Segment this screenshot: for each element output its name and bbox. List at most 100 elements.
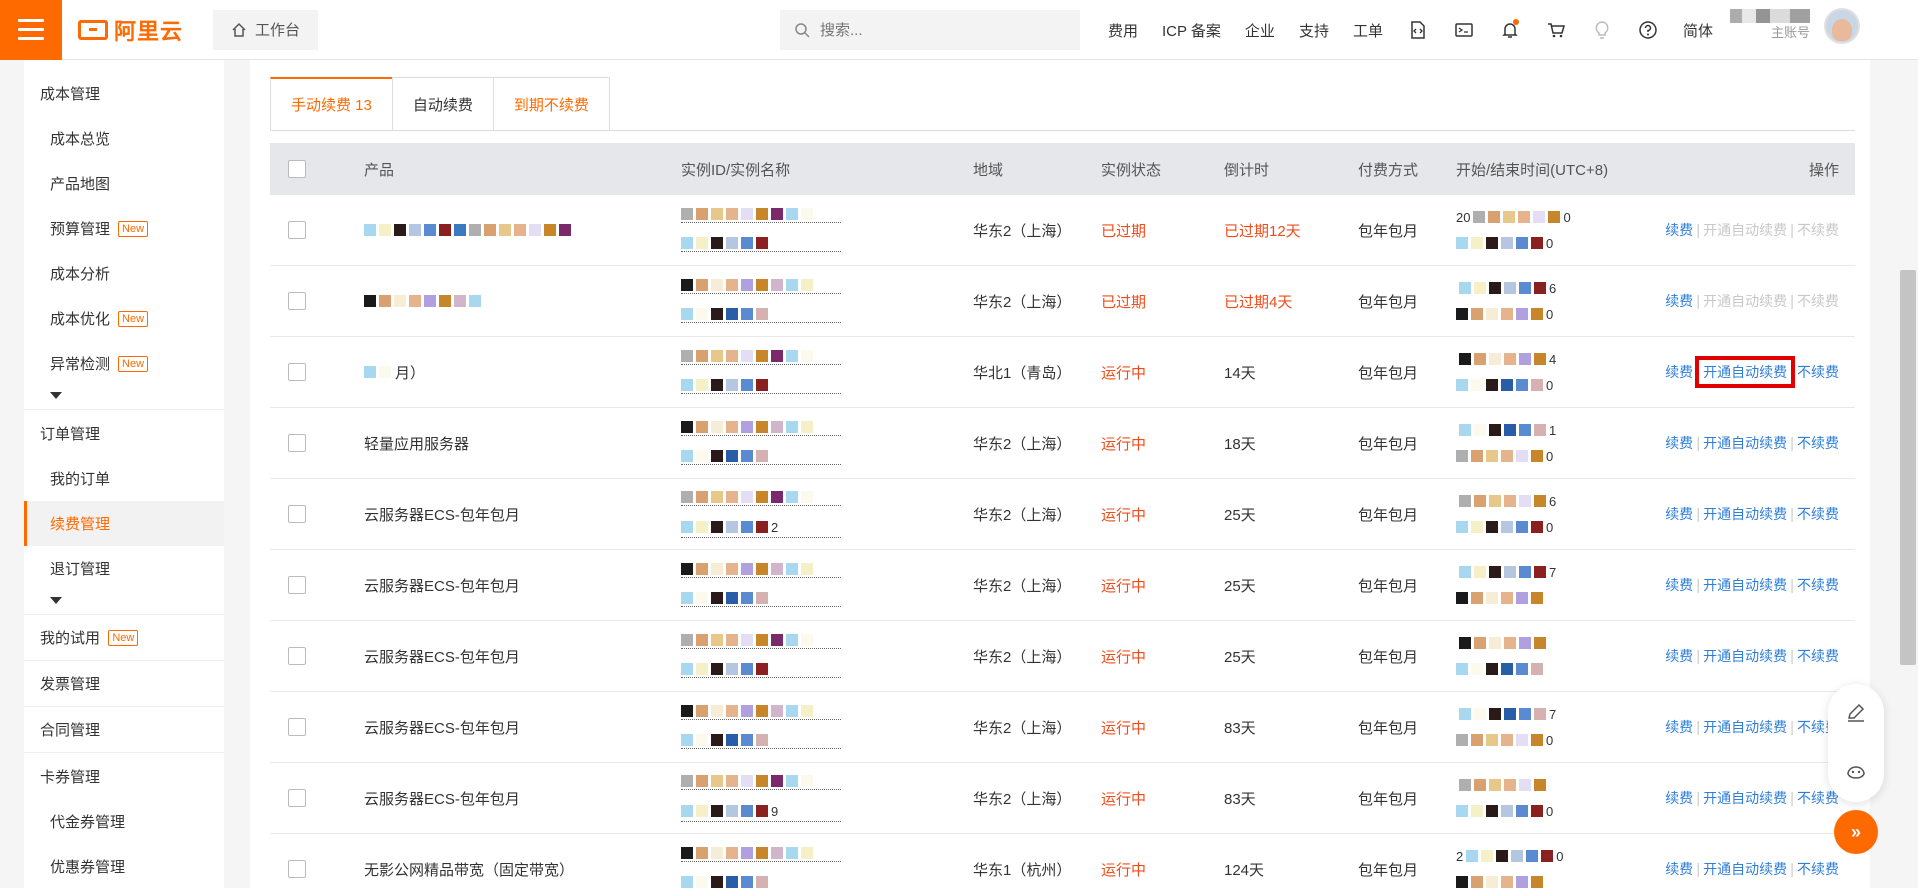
user-menu[interactable]: 主账号 (1730, 8, 1860, 44)
instance-id-link[interactable] (681, 592, 841, 607)
aliyun-logo[interactable]: 阿里云 (78, 14, 183, 46)
instance-id-link[interactable] (681, 279, 841, 294)
instance-id-link[interactable] (681, 208, 841, 223)
terminal-icon[interactable] (1453, 19, 1475, 41)
renew-link[interactable]: 续费 (1665, 435, 1693, 451)
renew-link[interactable]: 续费 (1665, 861, 1693, 877)
enable-auto-renew-link[interactable]: 开通自动续费 (1703, 861, 1787, 877)
no-renew-link[interactable]: 不续费 (1797, 506, 1839, 522)
instance-id-link[interactable] (681, 450, 841, 465)
table-row[interactable]: 华东2（上海） 已过期 已过期4天 包年包月 6 0 续费 | 开通自动续费 | 不续费 (270, 266, 1855, 337)
instance-cell[interactable] (681, 350, 973, 394)
row-checkbox[interactable] (288, 292, 306, 310)
no-renew-link[interactable]: 不续费 (1797, 435, 1839, 451)
no-renew-link[interactable]: 不续费 (1797, 293, 1839, 309)
nav-fees[interactable]: 费用 (1108, 20, 1138, 41)
row-checkbox[interactable] (288, 860, 306, 878)
table-row[interactable]: 云服务器ECS-包年包月 华东2（上海） 运行中 83天 包年包月 7 0 续费 | 开通自动续费… (270, 692, 1855, 763)
instance-id-link[interactable] (681, 634, 841, 649)
row-checkbox[interactable] (288, 647, 306, 665)
renew-link[interactable]: 续费 (1665, 364, 1693, 380)
no-renew-link[interactable]: 不续费 (1797, 577, 1839, 593)
enable-auto-renew-link[interactable]: 开通自动续费 (1703, 435, 1787, 451)
sidebar-item-discount-coupon[interactable]: 优惠券管理 (24, 844, 224, 888)
help-icon[interactable] (1637, 19, 1659, 41)
search-input[interactable] (820, 21, 1040, 39)
nav-icp[interactable]: ICP 备案 (1162, 20, 1221, 41)
enable-auto-renew-link[interactable]: 开通自动续费 (1703, 222, 1787, 238)
no-renew-link[interactable]: 不续费 (1797, 790, 1839, 806)
sidebar-item-refund[interactable]: 退订管理 (24, 546, 224, 591)
sidebar-item-renewal[interactable]: 续费管理 (24, 501, 224, 546)
language-switch[interactable]: 简体 (1683, 20, 1713, 41)
scrollbar-thumb[interactable] (1900, 270, 1916, 665)
assistant-icon[interactable] (1844, 760, 1868, 786)
instance-cell[interactable] (681, 421, 973, 465)
expand-caret-order[interactable] (24, 591, 224, 609)
instance-id-link[interactable] (681, 308, 841, 323)
enable-auto-renew-link[interactable]: 开通自动续费 (1703, 719, 1787, 735)
instance-id-link[interactable] (681, 774, 841, 790)
instance-cell[interactable] (681, 279, 973, 323)
search-box[interactable] (780, 10, 1080, 50)
table-row[interactable]: 云服务器ECS-包年包月 华东2（上海） 运行中 25天 包年包月 续费 | 开通自动续费 | 不… (270, 621, 1855, 692)
instance-id-link[interactable] (681, 350, 841, 365)
bell-icon[interactable] (1499, 19, 1521, 41)
select-all-checkbox[interactable] (288, 160, 306, 178)
no-renew-link[interactable]: 不续费 (1797, 222, 1839, 238)
sidebar-group-order[interactable]: 订单管理 (24, 410, 224, 456)
row-checkbox[interactable] (288, 221, 306, 239)
instance-cell[interactable]: 2 (681, 490, 973, 538)
no-renew-link[interactable]: 不续费 (1797, 364, 1839, 380)
nav-ticket[interactable]: 工单 (1353, 20, 1383, 41)
instance-id-link[interactable] (681, 379, 841, 394)
sidebar-group-contract[interactable]: 合同管理 (24, 707, 224, 753)
workbench-button[interactable]: 工作台 (213, 9, 319, 50)
row-checkbox[interactable] (288, 363, 306, 381)
expand-caret-cost[interactable] (24, 386, 224, 404)
table-row[interactable]: 云服务器ECS-包年包月 2 华东2（上海） 运行中 25天 包年包月 6 0 续费 | 开通自动续… (270, 479, 1855, 550)
row-checkbox[interactable] (288, 789, 306, 807)
enable-auto-renew-link[interactable]: 开通自动续费 (1703, 293, 1787, 309)
cart-icon[interactable] (1545, 19, 1567, 41)
row-checkbox[interactable] (288, 505, 306, 523)
renew-link[interactable]: 续费 (1665, 293, 1693, 309)
renew-link[interactable]: 续费 (1665, 506, 1693, 522)
row-checkbox[interactable] (288, 576, 306, 594)
sidebar-item-budget[interactable]: 预算管理 New (24, 206, 224, 251)
sidebar-group-cost[interactable]: 成本管理 (24, 70, 224, 116)
enable-auto-renew-link[interactable]: 开通自动续费 (1703, 790, 1787, 806)
table-row[interactable]: 云服务器ECS-包年包月 9 华东2（上海） 运行中 83天 包年包月 0 续费 | 开通自动续费… (270, 763, 1855, 834)
sidebar-item-cost-overview[interactable]: 成本总览 (24, 116, 224, 161)
lightbulb-icon[interactable] (1591, 19, 1613, 41)
instance-cell[interactable] (681, 208, 973, 252)
no-renew-link[interactable]: 不续费 (1797, 648, 1839, 664)
instance-id-link[interactable] (681, 490, 841, 506)
instance-cell[interactable] (681, 563, 973, 607)
instance-cell[interactable] (681, 634, 973, 678)
sidebar-item-cost-optimization[interactable]: 成本优化 New (24, 296, 224, 341)
enable-auto-renew-link[interactable]: 开通自动续费 (1695, 356, 1796, 388)
api-icon[interactable] (1407, 19, 1429, 41)
hamburger-menu-button[interactable] (0, 0, 62, 60)
sidebar-item-my-orders[interactable]: 我的订单 (24, 456, 224, 501)
table-row[interactable]: 无影公网精品带宽（固定带宽） 华东1（杭州） 运行中 124天 包年包月 2 0 续费 | 开通自… (270, 834, 1855, 888)
instance-id-link[interactable] (681, 734, 841, 749)
enable-auto-renew-link[interactable]: 开通自动续费 (1703, 506, 1787, 522)
instance-id-link[interactable]: 9 (681, 804, 841, 822)
tab-manual-renewal[interactable]: 手动续费 13 (270, 77, 393, 131)
table-row[interactable]: 月） 华北1（青岛） 运行中 14天 包年包月 4 0 续费 | 开通自动续费 | 不续费 (270, 337, 1855, 408)
sidebar-item-anomaly[interactable]: 异常检测 New (24, 341, 224, 386)
instance-id-link[interactable] (681, 876, 841, 888)
nav-enterprise[interactable]: 企业 (1245, 20, 1275, 41)
renew-link[interactable]: 续费 (1665, 648, 1693, 664)
row-checkbox[interactable] (288, 434, 306, 452)
sidebar-group-invoice[interactable]: 发票管理 (24, 661, 224, 707)
instance-id-link[interactable] (681, 421, 841, 436)
instance-id-link[interactable]: 2 (681, 520, 841, 538)
no-renew-link[interactable]: 不续费 (1797, 861, 1839, 877)
renew-link[interactable]: 续费 (1665, 577, 1693, 593)
avatar[interactable] (1824, 8, 1860, 44)
sidebar-item-product-map[interactable]: 产品地图 (24, 161, 224, 206)
sidebar-item-cost-analysis[interactable]: 成本分析 (24, 251, 224, 296)
